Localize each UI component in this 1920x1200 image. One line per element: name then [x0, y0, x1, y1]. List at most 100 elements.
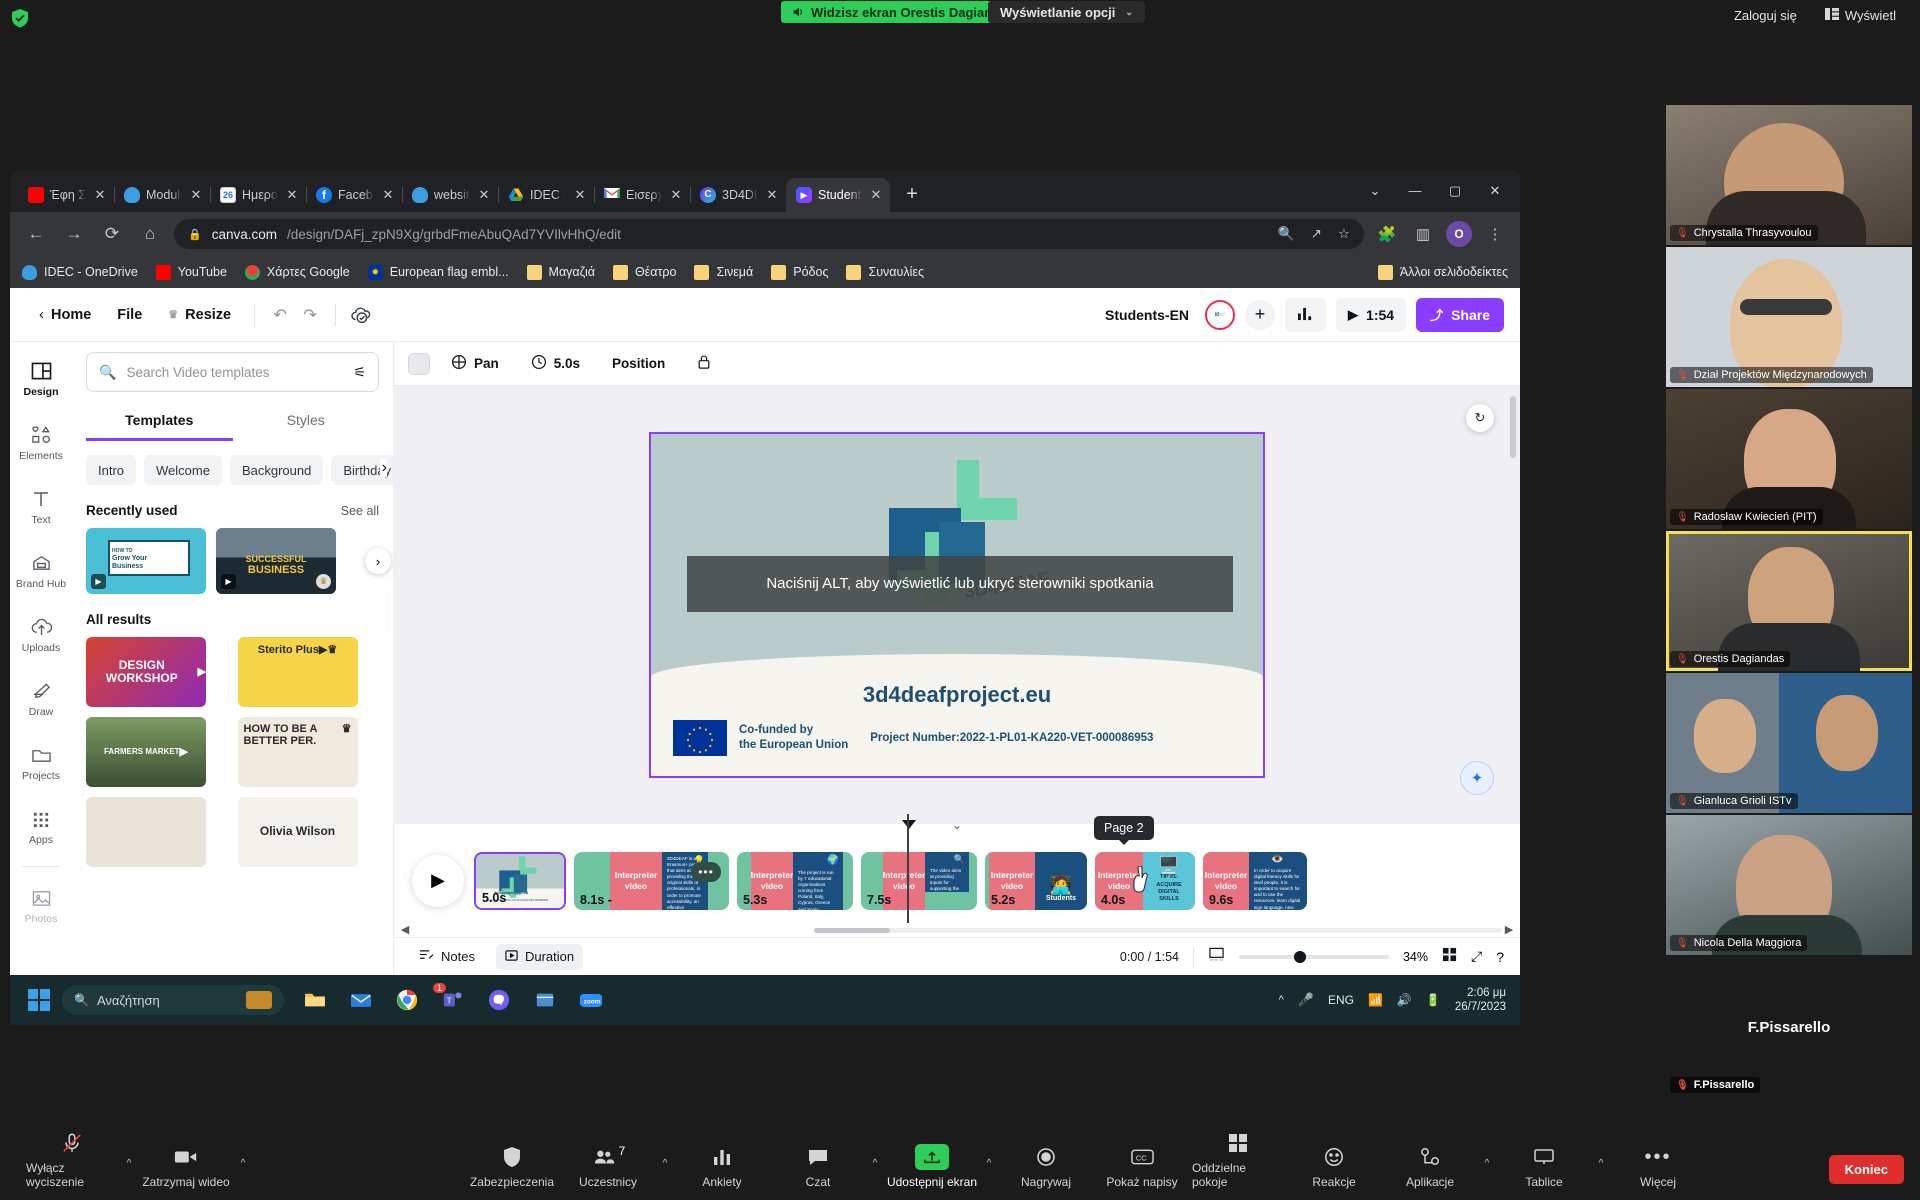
profile-avatar[interactable]: O	[1446, 221, 1472, 247]
timeline-collapse-chevron-icon[interactable]: ⌄	[952, 818, 962, 832]
stop-video-button[interactable]: Zatrzymaj wideo	[140, 1144, 232, 1195]
participant-tile-2[interactable]: 🎙 Radosław Kwiecień (PIT)	[1666, 389, 1912, 529]
timeline-play-button[interactable]: ▶	[412, 854, 464, 907]
result-thumb-4[interactable]	[86, 797, 206, 867]
timeline-clip-0[interactable]: 3d4deafproject.eu Project Number:2022-1-…	[474, 851, 566, 910]
timeline-clip-4[interactable]: Interpreter video 🧑‍💻 Students 5.2s	[985, 851, 1087, 910]
close-window-button[interactable]: ✕	[1476, 176, 1514, 206]
bookmark-star-icon[interactable]: ☆	[1338, 226, 1350, 242]
back-icon[interactable]: ←	[22, 220, 50, 248]
recent-thumb-0[interactable]: HOW TO Grow Your Business ▶	[86, 528, 206, 594]
timeline-clip-2[interactable]: Interpreter video 🌍 The project is run b…	[737, 851, 853, 910]
browser-tab-1[interactable]: Module 4 ✕	[114, 178, 211, 212]
timeline-playhead[interactable]	[907, 814, 909, 923]
share-screen-button[interactable]: Udostępnij ekran	[886, 1144, 978, 1195]
participant-tile-4[interactable]: 🎙 Gianluca Grioli ISTv	[1666, 673, 1912, 813]
bookmark-sinema[interactable]: Σινεμά	[694, 264, 753, 280]
recent-thumb-1[interactable]: SUCCESSFUL BUSINESS ▶ ♛	[216, 528, 336, 594]
collaborator-avatar[interactable]: idec	[1205, 299, 1236, 330]
chrome-menu-icon[interactable]: ⋮	[1482, 221, 1508, 247]
undo-icon[interactable]: ↶	[265, 300, 295, 330]
whiteboard-caret-icon[interactable]: ^	[1594, 1158, 1608, 1195]
recent-next-arrow-icon[interactable]: ›	[365, 548, 391, 574]
sidepanel-icon[interactable]: ▥	[1410, 221, 1436, 247]
rail-item-brand-hub[interactable]: Brand Hub	[13, 540, 69, 602]
store-icon[interactable]	[530, 985, 560, 1015]
result-thumb-1[interactable]: Sterito Plus ▶ ♛	[237, 637, 358, 707]
timeline-scroll-right-icon[interactable]: ▶	[1502, 923, 1516, 936]
taskbar-clock[interactable]: 2:06 μμ 26/7/2023	[1455, 986, 1506, 1015]
help-icon[interactable]: ?	[1496, 949, 1504, 965]
maximize-button[interactable]: ▢	[1436, 176, 1474, 206]
share-caret-icon[interactable]: ^	[982, 1158, 996, 1195]
volume-icon[interactable]: 🔊	[1397, 993, 1412, 1007]
tray-expand-icon[interactable]: ^	[1279, 994, 1284, 1006]
slide-canvas[interactable]: 3D4DEAF Naciśnij ALT, aby wyświetlić lub…	[649, 431, 1265, 778]
wifi-icon[interactable]: 📶	[1368, 993, 1383, 1007]
mute-button[interactable]: Wyłącz wyciszenie	[26, 1130, 118, 1195]
extensions-puzzle-icon[interactable]: 🧩	[1374, 221, 1400, 247]
result-thumb-5[interactable]: Olivia Wilson	[237, 797, 358, 867]
windows-start-icon[interactable]	[28, 989, 50, 1011]
zoom-slider[interactable]	[1238, 950, 1389, 963]
mail-icon[interactable]	[346, 985, 376, 1015]
cloud-saved-icon[interactable]	[346, 300, 376, 330]
rail-item-apps[interactable]: Apps	[13, 796, 69, 858]
more-button[interactable]: ••• Więcej	[1612, 1144, 1704, 1195]
whiteboard-button[interactable]: Tablice	[1498, 1144, 1590, 1195]
refresh-animate-handle[interactable]: ↻	[1466, 404, 1494, 432]
tab-close-icon[interactable]: ✕	[188, 187, 204, 203]
rail-item-text[interactable]: Text	[13, 476, 69, 538]
see-all-link[interactable]: See all	[341, 504, 379, 518]
home-icon[interactable]: ⌂	[136, 220, 164, 248]
browser-tab-8-active[interactable]: ▶ Students ✕	[786, 178, 890, 212]
zoom-icon[interactable]: zoom	[576, 985, 606, 1015]
result-thumb-0[interactable]: DESIGN WORKSHOP ▶	[86, 637, 206, 707]
sign-in-button[interactable]: Zaloguj się	[1724, 4, 1807, 27]
grid-view-icon[interactable]	[1442, 947, 1457, 967]
breakout-rooms-button[interactable]: Oddzielne pokoje	[1192, 1130, 1284, 1195]
tab-close-icon[interactable]: ✕	[868, 187, 884, 203]
security-button[interactable]: Zabezpieczenia	[466, 1144, 558, 1195]
tab-styles[interactable]: Styles	[233, 404, 380, 441]
video-options-caret-icon[interactable]: ^	[236, 1158, 250, 1195]
browser-tab-0[interactable]: Έφη Σαρ ✕	[18, 178, 115, 212]
reload-icon[interactable]: ⟳	[98, 220, 126, 248]
timeline-clip-1[interactable]: Interpreter video 💡 3D4DEAF is an Erasmu…	[574, 851, 729, 910]
tab-close-icon[interactable]: ✕	[476, 187, 492, 203]
address-bar[interactable]: 🔒 canva.com/design/DAFj_zpN9Xg/grbdFmeAb…	[174, 219, 1364, 249]
view-button[interactable]: Wyświetl	[1815, 4, 1906, 27]
rail-item-elements[interactable]: Elements	[13, 412, 69, 474]
battery-icon[interactable]: 🔋	[1426, 993, 1441, 1007]
minimize-button[interactable]: —	[1396, 176, 1434, 206]
share-link-icon[interactable]: ↗	[1311, 226, 1322, 242]
chip-intro[interactable]: Intro	[86, 455, 137, 485]
bookmark-eu-flag[interactable]: ✹ European flag embl...	[367, 264, 509, 280]
timeline-scrollbar[interactable]	[814, 928, 1502, 933]
present-button[interactable]: ▶ 1:54	[1336, 297, 1407, 332]
teams-icon[interactable]: T1	[432, 983, 468, 1015]
bookmark-magazia[interactable]: Μαγαζιά	[526, 264, 595, 280]
browser-tab-5[interactable]: IDEC - D ✕	[498, 178, 595, 212]
participant-tile-6-audio-only[interactable]: F.Pissarello 🎙 F.Pissarello	[1666, 957, 1912, 1097]
add-collaborator-button[interactable]: +	[1245, 299, 1276, 330]
redo-icon[interactable]: ↷	[295, 300, 325, 330]
duration-toggle-button[interactable]: Duration	[495, 943, 584, 970]
page-view-icon[interactable]	[1208, 947, 1225, 967]
new-tab-button[interactable]: +	[898, 181, 926, 209]
timeline-scroll-left-icon[interactable]: ◀	[398, 923, 412, 936]
tab-close-icon[interactable]: ✕	[668, 187, 684, 203]
resize-button[interactable]: ♛ Resize	[155, 300, 244, 330]
chat-button[interactable]: Czat	[772, 1144, 864, 1195]
chips-next-arrow-icon[interactable]: ›	[379, 459, 387, 477]
bookmark-idec-onedrive[interactable]: IDEC - OneDrive	[22, 264, 138, 280]
tab-close-icon[interactable]: ✕	[764, 187, 780, 203]
apps-button[interactable]: Aplikacje	[1384, 1144, 1476, 1195]
browser-tab-6[interactable]: Εισερχόμ ✕	[594, 178, 691, 212]
participant-tile-5[interactable]: 🎙 Nicola Della Maggiora	[1666, 815, 1912, 955]
lock-button[interactable]	[686, 348, 722, 380]
analytics-button[interactable]	[1285, 297, 1327, 332]
timeline-clip-6[interactable]: Interpreter video 👁️ In order to acquire…	[1203, 851, 1307, 910]
canvas-scrollbar[interactable]	[1510, 396, 1516, 783]
tab-search-icon[interactable]: ⌄	[1356, 176, 1394, 206]
